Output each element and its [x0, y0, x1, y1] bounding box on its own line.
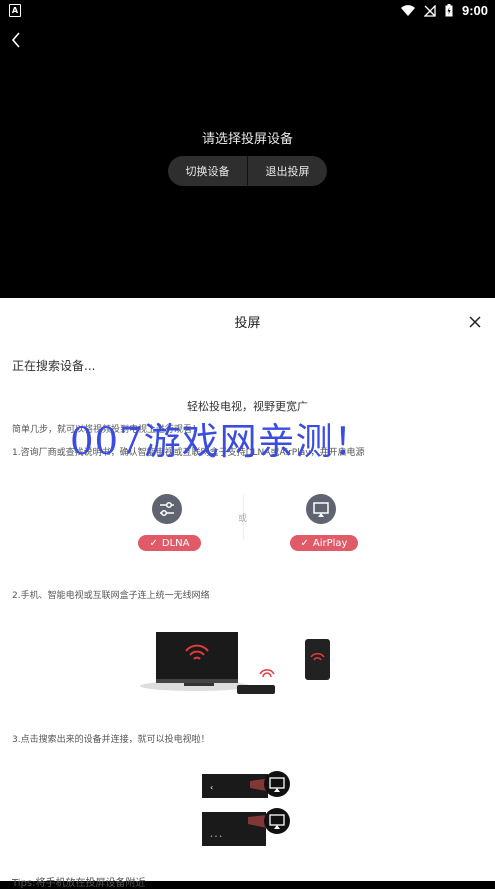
airplay-badge: ✓ AirPlay [290, 535, 358, 551]
close-icon[interactable] [468, 315, 482, 329]
dlna-badge: ✓ DLNA [138, 535, 201, 551]
player-title: 请选择投屏设备 [201, 132, 293, 147]
connect-illustration: ‹ • • • [202, 771, 290, 846]
watermark-text: 007游戏网亲测！ [70, 420, 372, 463]
status-time: 9:00 [461, 3, 488, 18]
network-illustration [140, 632, 330, 694]
wifi-icon [400, 4, 415, 16]
exit-cast-button[interactable]: 退出投屏 [248, 156, 327, 186]
dlna-sliders-icon [160, 501, 174, 517]
status-right-group: 9:00 [400, 3, 488, 18]
dlna-label: DLNA [161, 537, 190, 549]
status-app-icon: A [9, 4, 21, 17]
sheet-title: 投屏 [234, 316, 261, 331]
no-signal-icon [423, 4, 436, 17]
back-arrow-icon[interactable] [8, 30, 28, 50]
check-icon: ✓ [300, 537, 309, 549]
step3-text: 3.点击搜索出来的设备并连接，就可以投电视啦！ [12, 735, 210, 745]
switch-device-button[interactable]: 切换设备 [168, 156, 247, 186]
airplay-screen-icon [313, 502, 329, 517]
player-button-group: 切换设备 退出投屏 [168, 156, 327, 186]
dlna-icon [152, 494, 182, 524]
cast-sheet: 投屏 正在搜索设备... 轻松投电视，视野更宽广 简单几步，就可以将视频投到电视… [0, 298, 495, 889]
airplay-label: AirPlay [312, 537, 348, 549]
status-bar: A 9:00 [0, 0, 495, 22]
battery-icon [445, 4, 453, 17]
searching-status: 正在搜索设备... [12, 359, 96, 373]
svg-text:• • •: • • • [210, 834, 222, 840]
airplay-icon [306, 494, 336, 524]
step2-text: 2.手机、智能电视或互联网盒子连上统一无线网络 [12, 591, 210, 601]
or-text: 或 [238, 514, 248, 524]
svg-text:‹: ‹ [210, 783, 213, 792]
tips-text: Tips:将手机放在投屏设备附近 [12, 878, 146, 889]
check-icon: ✓ [149, 537, 158, 549]
